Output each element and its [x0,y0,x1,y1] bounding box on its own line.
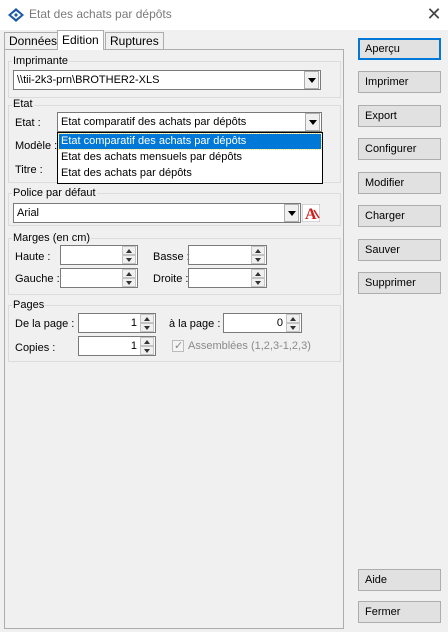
to-page-value: 0 [276,317,283,329]
svg-text:A: A [305,206,317,222]
spin-down-button[interactable] [251,255,265,264]
spin-down-button[interactable] [140,346,154,355]
arrow-down-icon [126,258,132,262]
tab-ruptures[interactable]: Ruptures [105,32,164,49]
checkmark-icon: ✓ [174,340,184,352]
font-group-label: Police par défaut [12,187,97,199]
spin-up-button[interactable] [251,269,265,278]
margin-bottom-label: Basse : [153,251,190,263]
font-value: Arial [17,207,40,219]
arrow-up-icon [255,249,261,253]
chevron-down-icon [308,78,316,83]
from-page-value: 1 [130,317,137,329]
spin-down-button[interactable] [122,255,136,264]
margins-group [8,238,341,295]
arrow-up-icon [144,340,150,344]
export-button[interactable]: Export [358,105,441,127]
copies-label: Copies : [15,342,56,354]
close-icon[interactable]: ✕ [423,3,445,25]
title-bar: Etat des achats par dépôts ✕ [0,0,448,30]
font-select[interactable]: Arial [13,203,301,223]
to-page-label: à la page : [169,318,221,330]
apercu-button[interactable]: Aperçu [358,38,441,60]
spin-down-button[interactable] [251,278,265,287]
imprimer-button[interactable]: Imprimer [358,71,441,93]
copies-input[interactable]: 1 [78,336,156,356]
etat-dropdown-list: Etat comparatif des achats par dépôts Et… [57,132,323,184]
chevron-down-icon [288,211,296,216]
pages-group-label: Pages [12,299,46,311]
collate-checkbox[interactable]: ✓ [172,340,184,352]
arrow-up-icon [144,317,150,321]
etat-select[interactable]: Etat comparatif des achats par dépôts [57,112,322,132]
from-page-input[interactable]: 1 [78,313,156,333]
font-dropdown-button[interactable] [284,204,299,222]
collate-label: Assemblées (1,2,3-1,2,3) [188,340,311,352]
etat-option[interactable]: Etat des achats par dépôts [59,166,321,181]
spin-down-button[interactable] [286,323,300,332]
spin-up-button[interactable] [122,246,136,255]
margin-left-label: Gauche : [15,273,60,285]
spin-up-button[interactable] [286,314,300,323]
printer-value: \\tii-2k3-prn\BROTHER2-XLS [17,74,160,86]
copies-value: 1 [130,340,137,352]
arrow-down-icon [144,326,150,330]
margin-right-input[interactable] [188,268,267,288]
margin-top-label: Haute : [15,251,51,263]
etat-value: Etat comparatif des achats par dépôts [61,116,247,128]
arrow-up-icon [255,272,261,276]
margin-right-label: Droite : [153,273,189,285]
arrow-up-icon [126,272,132,276]
etat-label: Etat : [15,117,41,129]
chevron-down-icon [309,120,317,125]
spin-up-button[interactable] [251,246,265,255]
tab-edition[interactable]: Edition [57,30,104,50]
supprimer-button[interactable]: Supprimer [358,272,441,294]
etat-group-label: Etat [12,98,34,110]
margin-top-input[interactable] [60,245,138,265]
printer-select[interactable]: \\tii-2k3-prn\BROTHER2-XLS [13,70,321,90]
aide-button[interactable]: Aide [358,569,441,591]
arrow-down-icon [255,258,261,262]
fermer-button[interactable]: Fermer [358,601,441,623]
arrow-up-icon [126,249,132,253]
window-title: Etat des achats par dépôts [29,7,172,21]
spin-up-button[interactable] [140,337,154,346]
tab-donnees[interactable]: Données [4,32,63,49]
font-a-icon[interactable]: A [302,204,320,222]
etat-option[interactable]: Etat des achats mensuels par dépôts [59,150,321,165]
spin-down-button[interactable] [122,278,136,287]
app-icon [8,8,24,22]
printer-group-label: Imprimante [12,55,70,67]
spin-up-button[interactable] [140,314,154,323]
modele-label: Modèle : [15,140,58,152]
sauver-button[interactable]: Sauver [358,239,441,261]
arrow-down-icon [144,349,150,353]
printer-dropdown-button[interactable] [304,71,319,89]
spin-up-button[interactable] [122,269,136,278]
to-page-input[interactable]: 0 [223,313,302,333]
charger-button[interactable]: Charger [358,205,441,227]
spin-down-button[interactable] [140,323,154,332]
arrow-up-icon [290,317,296,321]
configurer-button[interactable]: Configurer [358,138,441,160]
etat-dropdown-button[interactable] [305,113,320,131]
margin-left-input[interactable] [60,268,138,288]
from-page-label: De la page : [15,318,75,330]
arrow-down-icon [290,326,296,330]
arrow-down-icon [126,281,132,285]
modifier-button[interactable]: Modifier [358,172,441,194]
titre-label: Titre : [15,164,43,176]
margins-group-label: Marges (en cm) [12,232,92,244]
margin-bottom-input[interactable] [188,245,267,265]
etat-option[interactable]: Etat comparatif des achats par dépôts [58,133,322,150]
arrow-down-icon [255,281,261,285]
